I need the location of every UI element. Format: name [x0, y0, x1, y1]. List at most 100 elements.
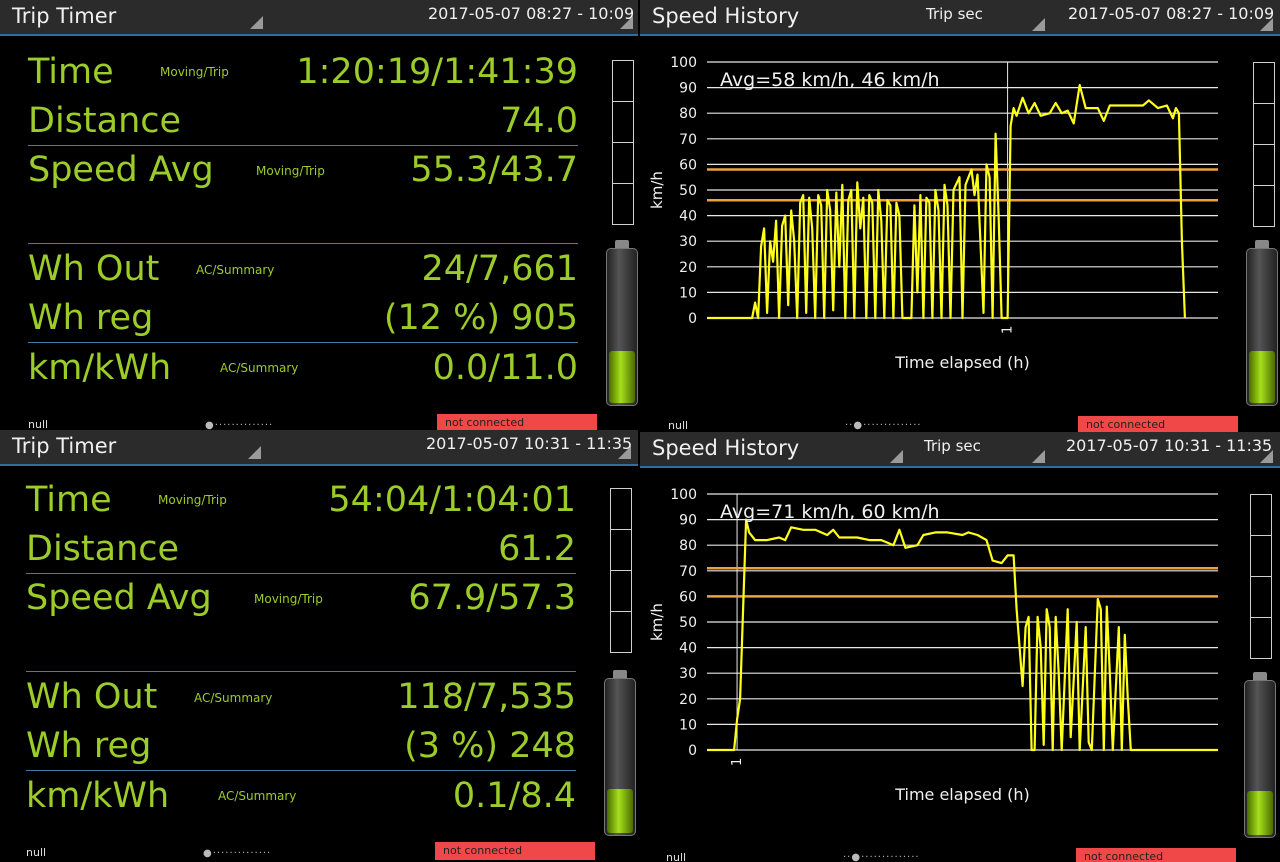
date-range: 2017-05-07 10:31 - 11:35	[1066, 436, 1273, 455]
date-menu-corner-icon[interactable]	[1260, 450, 1273, 463]
mode-menu-corner-icon[interactable]	[890, 450, 903, 463]
battery-icon	[604, 670, 636, 838]
y-tick-label: 70	[679, 564, 697, 580]
y-axis-label: km/h	[648, 171, 666, 209]
connection-status: not connected	[435, 842, 595, 860]
y-tick-label: 30	[679, 234, 697, 250]
y-tick-label: 90	[679, 81, 697, 97]
speed-avg-label: Speed Avg	[28, 150, 214, 190]
menu-corner-icon[interactable]	[248, 446, 261, 459]
panel-title: Speed History	[652, 436, 800, 460]
speed-history-panel-1: Speed History Trip sec 2017-05-07 08:27 …	[640, 0, 1280, 432]
y-tick-label: 20	[679, 692, 697, 708]
battery-icon	[1246, 240, 1278, 408]
wh-out-value: 118/7,535	[397, 677, 576, 717]
status-null: null	[26, 846, 47, 859]
date-menu-corner-icon[interactable]	[1260, 18, 1273, 31]
y-tick-label: 50	[679, 615, 697, 631]
wh-out-value: 24/7,661	[421, 249, 578, 289]
divider	[28, 342, 578, 343]
x-tick-label: 1	[730, 758, 745, 766]
battery-fill	[1247, 791, 1273, 835]
y-tick-label: 10	[679, 285, 697, 301]
y-tick-label: 10	[679, 717, 697, 733]
date-range: 2017-05-07 08:27 - 10:09	[1068, 4, 1275, 23]
y-tick-label: 60	[679, 589, 697, 605]
avg-label: Avg=58 km/h, 46 km/h	[720, 69, 940, 91]
speed-avg-label: Speed Avg	[26, 578, 212, 618]
divider	[26, 770, 576, 771]
km-kwh-label: km/kWh	[26, 776, 170, 816]
trip-timer-panel-2: Trip Timer 2017-05-07 10:31 - 11:35 Time…	[0, 430, 638, 862]
km-kwh-value: 0.0/11.0	[432, 348, 578, 388]
speed-avg-value: 67.9/57.3	[408, 578, 576, 618]
y-tick-label: 0	[688, 311, 697, 327]
divider	[26, 671, 576, 672]
time-value: 1:20:19/1:41:39	[296, 52, 578, 92]
time-tag: Moving/Trip	[160, 65, 229, 79]
date-range: 2017-05-07 08:27 - 10:09	[428, 4, 635, 23]
divider	[28, 243, 578, 244]
speed-history-panel-2: Speed History Trip sec 2017-05-07 10:31 …	[640, 432, 1280, 862]
y-tick-label: 20	[679, 260, 697, 276]
title-bar: Trip Timer 2017-05-07 08:27 - 10:09	[0, 0, 638, 36]
x-tick-label: 1	[1001, 326, 1016, 334]
speed-chart: 0 10 20 30 40 50 60 70 80 90 100 1 Avg=71 km/h, 60 k…	[648, 487, 1218, 804]
battery-icon	[1244, 672, 1276, 840]
avg-label: Avg=71 km/h, 60 km/h	[720, 501, 940, 523]
indicator-boxes	[1253, 62, 1275, 227]
y-axis-label: km/h	[648, 603, 666, 641]
page-indicator[interactable]: ··●··············	[845, 420, 922, 431]
y-tick-label: 100	[670, 487, 697, 503]
mode-menu-corner-icon[interactable]	[1032, 18, 1045, 31]
time-label: Time	[28, 52, 114, 92]
speed-avg-tag: Moving/Trip	[254, 592, 323, 606]
wh-reg-label: Wh reg	[28, 298, 154, 338]
title-bar: Speed History Trip sec 2017-05-07 08:27 …	[640, 0, 1280, 36]
mode-label[interactable]: Trip sec	[926, 5, 983, 23]
y-tick-label: 0	[688, 743, 697, 759]
distance-value: 74.0	[500, 101, 578, 141]
divider	[26, 573, 576, 574]
km-kwh-label: km/kWh	[28, 348, 172, 388]
trip-timer-panel-1: Trip Timer 2017-05-07 08:27 - 10:09 Time…	[0, 0, 638, 432]
panel-title: Trip Timer	[12, 4, 117, 28]
distance-label: Distance	[28, 101, 182, 141]
indicator-boxes	[610, 488, 632, 653]
date-range: 2017-05-07 10:31 - 11:35	[426, 434, 633, 453]
y-tick-label: 90	[679, 513, 697, 529]
y-tick-label: 50	[679, 183, 697, 199]
speed-chart: 0 10 20 30 40 50 60 70 80 90 100 1 Avg=58 km/h, 46 k…	[648, 55, 1218, 372]
y-tick-label: 70	[679, 132, 697, 148]
speed-avg-tag: Moving/Trip	[256, 164, 325, 178]
mode-label[interactable]: Trip sec	[924, 437, 981, 455]
y-tick-label: 30	[679, 666, 697, 682]
x-axis-label: Time elapsed (h)	[894, 353, 1030, 372]
wh-out-tag: AC/Summary	[194, 691, 273, 705]
date-menu-corner-icon[interactable]	[620, 16, 633, 29]
wh-out-label: Wh Out	[28, 249, 160, 289]
y-tick-label: 60	[679, 157, 697, 173]
distance-value: 61.2	[498, 529, 576, 569]
speed-series-line	[707, 83, 1186, 320]
km-kwh-tag: AC/Summary	[218, 789, 297, 803]
speed-avg-value: 55.3/43.7	[410, 150, 578, 190]
menu-corner-icon[interactable]	[250, 16, 263, 29]
y-tick-label: 100	[670, 55, 697, 71]
time-tag: Moving/Trip	[158, 493, 227, 507]
status-null: null	[666, 851, 687, 862]
km-kwh-value: 0.1/8.4	[452, 776, 576, 816]
connection-status: not connected	[1076, 848, 1236, 862]
y-tick-label: 80	[679, 106, 697, 122]
page-indicator[interactable]: ··●··············	[843, 852, 920, 862]
panel-title: Trip Timer	[12, 434, 117, 458]
wh-reg-label: Wh reg	[26, 726, 152, 766]
date-menu-corner-icon[interactable]	[618, 446, 631, 459]
distance-label: Distance	[26, 529, 180, 569]
wh-reg-value: (3 %) 248	[404, 726, 576, 766]
time-label: Time	[26, 480, 112, 520]
mode-menu-corner-icon[interactable]	[1032, 450, 1045, 463]
battery-fill	[609, 351, 635, 403]
battery-fill	[607, 789, 633, 833]
page-indicator[interactable]: ●··············	[203, 848, 271, 859]
